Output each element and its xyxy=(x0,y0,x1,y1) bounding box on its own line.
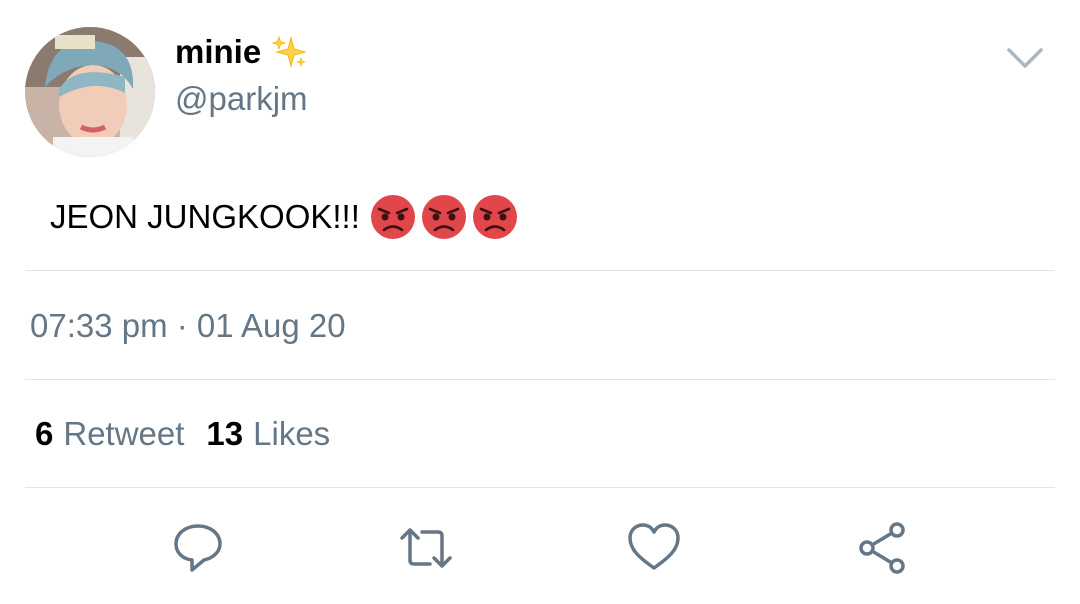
tweet-detail: minie @parkjm JEON JUNGKOOK!!! 07:33 pm … xyxy=(0,0,1080,604)
retweet-icon xyxy=(400,528,452,568)
emoji-group xyxy=(370,194,523,240)
share-button[interactable] xyxy=(855,520,911,576)
retweet-button[interactable] xyxy=(398,520,454,576)
reply-button[interactable] xyxy=(170,520,226,576)
angry-face-icon xyxy=(370,194,416,240)
like-count[interactable]: 13 xyxy=(206,415,243,453)
avatar-photo xyxy=(25,27,155,157)
avatar[interactable] xyxy=(25,27,155,157)
sparkles-icon xyxy=(271,34,308,70)
divider xyxy=(25,379,1055,380)
display-name[interactable]: minie xyxy=(175,33,261,71)
divider xyxy=(25,487,1055,488)
angry-face-icon xyxy=(421,194,467,240)
chevron-down-icon[interactable] xyxy=(1005,44,1045,72)
like-button[interactable] xyxy=(626,520,682,576)
angry-face-icon xyxy=(472,194,518,240)
tweet-timestamp[interactable]: 07:33 pm · 01 Aug 20 xyxy=(30,307,346,345)
user-handle[interactable]: @parkjm xyxy=(175,80,308,118)
engagement-stats: 6 Retweet 13 Likes xyxy=(35,415,330,453)
tweet-text: JEON JUNGKOOK!!! xyxy=(50,191,523,243)
like-label[interactable]: Likes xyxy=(253,415,330,453)
display-name-row: minie xyxy=(175,30,308,74)
retweet-label[interactable]: Retweet xyxy=(63,415,184,453)
share-icon xyxy=(859,522,905,574)
reply-icon xyxy=(174,524,222,572)
heart-icon xyxy=(628,523,680,570)
tweet-text-content: JEON JUNGKOOK!!! xyxy=(50,198,360,235)
divider xyxy=(25,270,1055,271)
retweet-count[interactable]: 6 xyxy=(35,415,53,453)
